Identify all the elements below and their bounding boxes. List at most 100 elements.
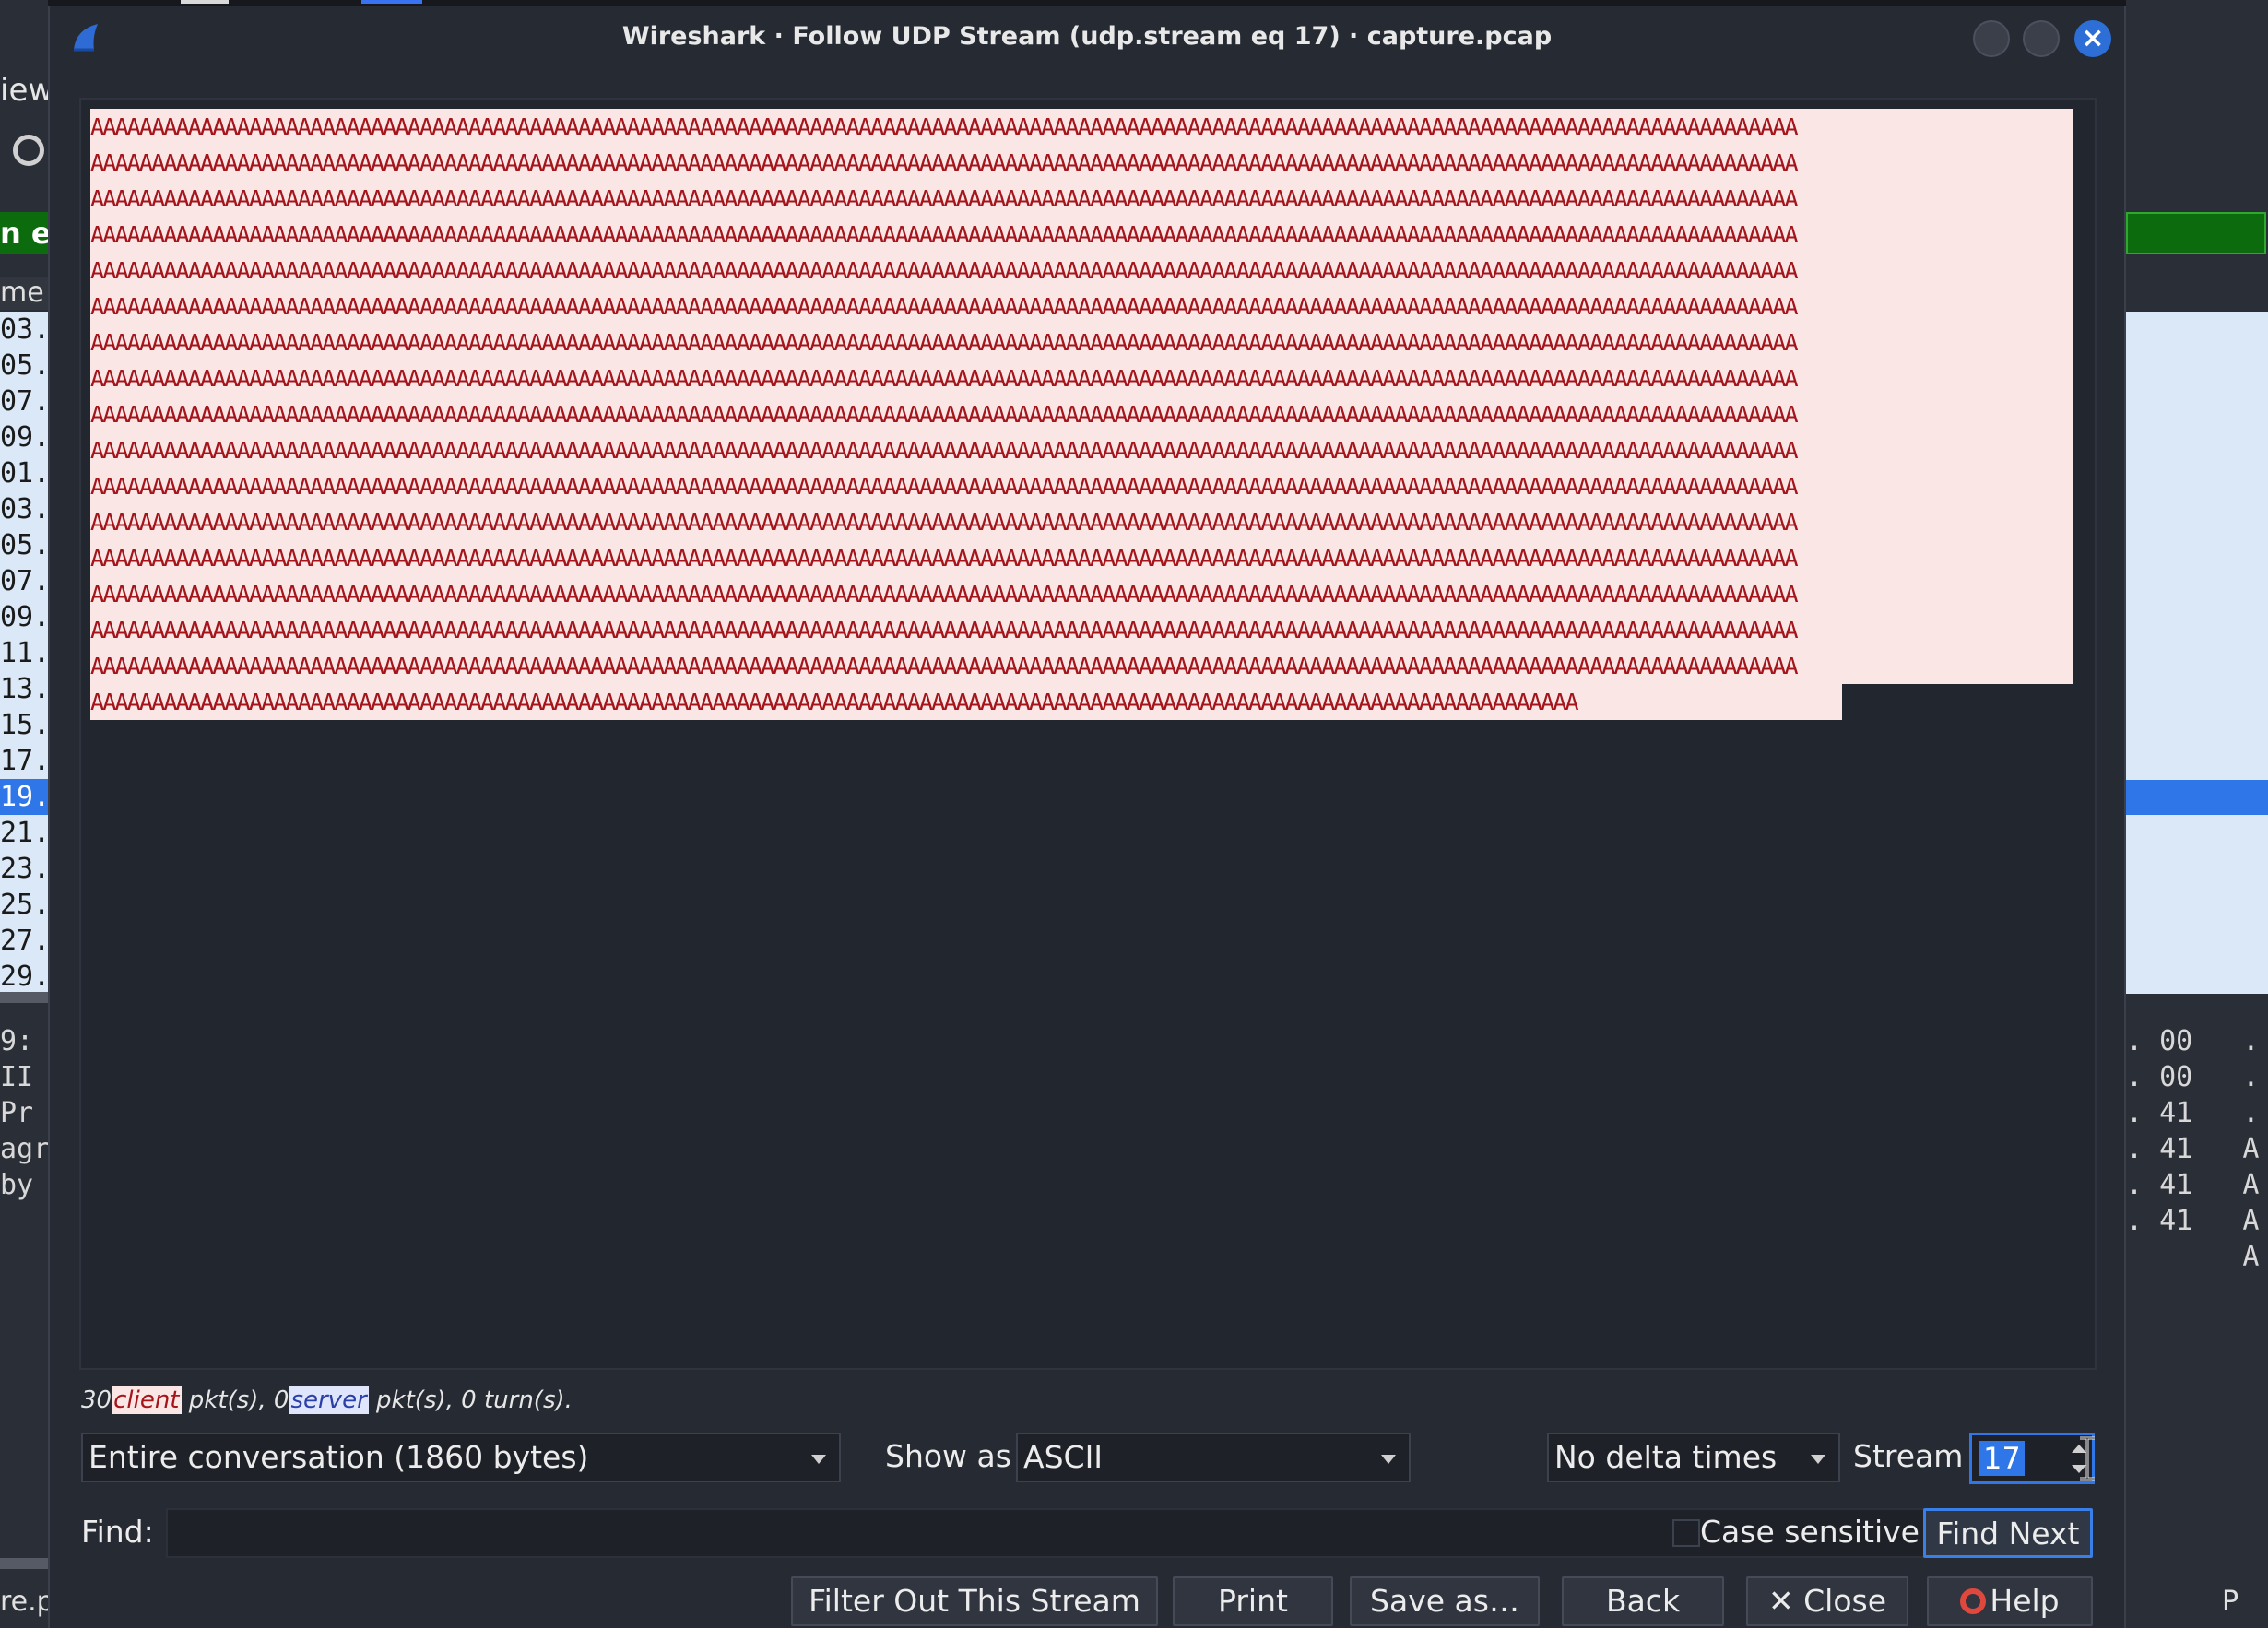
stream-summary: 30client pkt(s), 0server pkt(s), 0 turn(… (81, 1386, 573, 1414)
delta-times-select-value: No delta times (1554, 1439, 1778, 1475)
packet-detail-line: II (0, 1061, 34, 1093)
table-row[interactable]: 29. (0, 959, 48, 994)
background-menu-view[interactable]: iew (0, 72, 53, 109)
dialog-title: Wireshark · Follow UDP Stream (udp.strea… (621, 22, 1553, 51)
stream-content-area[interactable]: AAAAAAAAAAAAAAAAAAAAAAAAAAAAAAAAAAAAAAAA… (79, 98, 2097, 1370)
table-row[interactable]: 23. (0, 851, 48, 887)
packet-bytes-scrollbar[interactable] (0, 1558, 48, 1569)
table-row[interactable]: 21. (0, 815, 48, 851)
summary-mid: pkt(s), 0 (181, 1386, 289, 1414)
display-filter-bar[interactable]: n eq (0, 212, 48, 254)
table-row[interactable]: 27. (0, 923, 48, 959)
stream-line[interactable]: AAAAAAAAAAAAAAAAAAAAAAAAAAAAAAAAAAAAAAAA… (90, 109, 2073, 145)
stream-index-value[interactable]: 17 (1979, 1441, 2025, 1476)
maximize-button[interactable] (2023, 20, 2060, 57)
case-sensitive-checkbox[interactable] (1672, 1519, 1700, 1547)
conversation-select-value: Entire conversation (1860 bytes) (89, 1439, 589, 1475)
delta-times-select[interactable]: No delta times (1547, 1433, 1840, 1482)
packet-bytes-line: A (2126, 1241, 2260, 1273)
statusbar-profile: P (2222, 1586, 2239, 1618)
table-row[interactable]: 03. (0, 491, 48, 527)
packet-list-column-time[interactable]: me (0, 277, 48, 310)
packet-bytes-line: . 41 A (2126, 1169, 2260, 1201)
reload-icon[interactable] (13, 135, 44, 166)
table-row[interactable]: 09. (0, 419, 48, 455)
stream-line[interactable]: AAAAAAAAAAAAAAAAAAAAAAAAAAAAAAAAAAAAAAAA… (90, 648, 2073, 684)
case-sensitive-label[interactable]: Case sensitive (1700, 1514, 1920, 1550)
packet-list-scrollbar[interactable] (0, 992, 48, 1003)
close-button[interactable]: ✕ Close (1746, 1576, 1908, 1626)
stream-line[interactable]: AAAAAAAAAAAAAAAAAAAAAAAAAAAAAAAAAAAAAAAA… (90, 576, 2073, 612)
chevron-down-icon (1811, 1455, 1825, 1464)
table-row[interactable]: 13. (0, 671, 48, 707)
stream-text[interactable]: AAAAAAAAAAAAAAAAAAAAAAAAAAAAAAAAAAAAAAAA… (90, 109, 2073, 720)
table-row[interactable]: 07. (0, 383, 48, 419)
packet-bytes-line: . 41 A (2126, 1133, 2260, 1165)
close-window-button[interactable]: × (2074, 20, 2111, 57)
packet-detail-line: by (0, 1169, 34, 1201)
statusbar-file: re.p (0, 1586, 48, 1618)
stream-line[interactable]: AAAAAAAAAAAAAAAAAAAAAAAAAAAAAAAAAAAAAAAA… (90, 289, 2073, 324)
print-button[interactable]: Print (1173, 1576, 1333, 1626)
show-as-select[interactable]: ASCII (1016, 1433, 1411, 1482)
packet-detail-line: agr (0, 1133, 48, 1165)
stream-line[interactable]: AAAAAAAAAAAAAAAAAAAAAAAAAAAAAAAAAAAAAAAA… (90, 504, 2073, 540)
packet-list-right[interactable] (2126, 312, 2268, 994)
table-row[interactable]: 07. (0, 563, 48, 599)
packet-list-selected-row[interactable] (2126, 780, 2268, 815)
stream-line[interactable]: AAAAAAAAAAAAAAAAAAAAAAAAAAAAAAAAAAAAAAAA… (90, 145, 2073, 181)
table-row[interactable]: 15. (0, 707, 48, 743)
packet-detail-line: Pr (0, 1097, 34, 1129)
table-row[interactable]: 25. (0, 887, 48, 923)
dialog-titlebar[interactable]: Wireshark · Follow UDP Stream (udp.strea… (50, 6, 2124, 70)
table-row[interactable]: 09. (0, 599, 48, 635)
save-as-button[interactable]: Save as… (1350, 1576, 1540, 1626)
table-row[interactable]: 17. (0, 743, 48, 779)
find-next-button[interactable]: Find Next (1923, 1508, 2093, 1558)
stream-index-spinbox[interactable]: 17 (1969, 1433, 2095, 1484)
stream-line[interactable]: AAAAAAAAAAAAAAAAAAAAAAAAAAAAAAAAAAAAAAAA… (90, 253, 2073, 289)
chevron-down-icon (1381, 1455, 1396, 1464)
stream-line[interactable]: AAAAAAAAAAAAAAAAAAAAAAAAAAAAAAAAAAAAAAAA… (90, 684, 1842, 720)
packet-bytes-fragment: . 00 . . 00 . . 41 . . 41 A . 41 A . 41 A A (2126, 1023, 2268, 1275)
table-row[interactable]: 11. (0, 635, 48, 671)
summary-tail: pkt(s), 0 turn(s). (368, 1386, 573, 1414)
table-row[interactable]: 19. (0, 779, 48, 815)
table-row[interactable]: 05. (0, 348, 48, 383)
stream-line[interactable]: AAAAAAAAAAAAAAAAAAAAAAAAAAAAAAAAAAAAAAAA… (90, 612, 2073, 648)
stream-line[interactable]: AAAAAAAAAAAAAAAAAAAAAAAAAAAAAAAAAAAAAAAA… (90, 324, 2073, 360)
table-row[interactable]: 01. (0, 455, 48, 491)
find-label: Find: (81, 1514, 154, 1550)
back-button[interactable]: Back (1562, 1576, 1724, 1626)
help-button-label: Help (1990, 1583, 2060, 1619)
packet-details-fragment: 9: II Pr agr by (0, 1023, 48, 1203)
stream-line[interactable]: AAAAAAAAAAAAAAAAAAAAAAAAAAAAAAAAAAAAAAAA… (90, 540, 2073, 576)
table-row[interactable]: 05. (0, 527, 48, 563)
stream-line[interactable]: AAAAAAAAAAAAAAAAAAAAAAAAAAAAAAAAAAAAAAAA… (90, 360, 2073, 396)
stream-label: Stream (1853, 1438, 1964, 1474)
follow-udp-stream-dialog: Wireshark · Follow UDP Stream (udp.strea… (48, 6, 2126, 1628)
filter-out-stream-button[interactable]: Filter Out This Stream (791, 1576, 1158, 1626)
stream-line[interactable]: AAAAAAAAAAAAAAAAAAAAAAAAAAAAAAAAAAAAAAAA… (90, 396, 2073, 432)
packet-detail-line: 9: (0, 1025, 34, 1057)
packet-bytes-line: . 00 . (2126, 1025, 2260, 1057)
packet-list[interactable]: 03. 05. 07. 09. 01. 03. 05. 07. 09. 11. 13. 15. 17. 1… (0, 312, 48, 994)
help-button[interactable]: Help (1927, 1576, 2093, 1626)
show-as-select-value: ASCII (1023, 1439, 1104, 1475)
server-tag: server (289, 1386, 369, 1414)
background-tab-marker (181, 0, 229, 4)
table-row[interactable]: 03. (0, 312, 48, 348)
packet-bytes-line: . 00 . (2126, 1061, 2260, 1093)
stream-line[interactable]: AAAAAAAAAAAAAAAAAAAAAAAAAAAAAAAAAAAAAAAA… (90, 181, 2073, 217)
close-icon: × (2081, 22, 2105, 54)
stream-line[interactable]: AAAAAAAAAAAAAAAAAAAAAAAAAAAAAAAAAAAAAAAA… (90, 432, 2073, 468)
conversation-select[interactable]: Entire conversation (1860 bytes) (81, 1433, 841, 1482)
chevron-down-icon (811, 1455, 826, 1464)
client-packet-count: 30 (81, 1386, 112, 1414)
display-filter-apply[interactable] (2126, 212, 2266, 254)
help-lifebuoy-icon (1960, 1588, 1987, 1614)
minimize-button[interactable] (1973, 20, 2010, 57)
stream-line[interactable]: AAAAAAAAAAAAAAAAAAAAAAAAAAAAAAAAAAAAAAAA… (90, 468, 2073, 504)
show-as-label: Show as (885, 1438, 1011, 1474)
stream-line[interactable]: AAAAAAAAAAAAAAAAAAAAAAAAAAAAAAAAAAAAAAAA… (90, 217, 2073, 253)
